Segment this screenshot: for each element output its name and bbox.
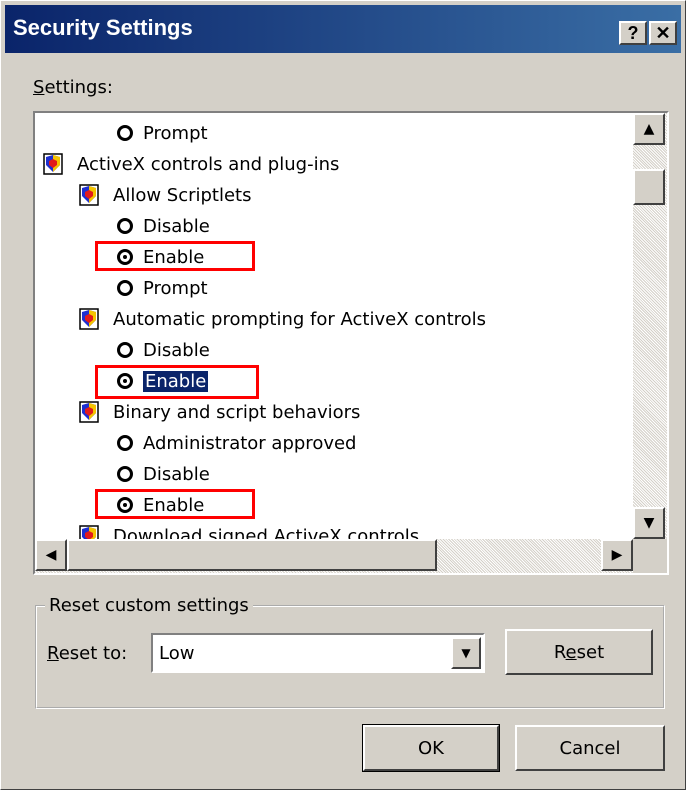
- tree-item-label: Prompt: [143, 277, 208, 299]
- settings-label: Settings:: [33, 77, 113, 98]
- reset-to-value: Low: [159, 643, 195, 664]
- radio-option[interactable]: Disable: [117, 212, 210, 240]
- vertical-scrollbar[interactable]: ▲ ▼: [633, 113, 667, 539]
- reset-to-accel: R: [47, 643, 59, 664]
- chevron-down-icon: ▼: [461, 646, 471, 660]
- cancel-button[interactable]: Cancel: [515, 725, 665, 771]
- reset-button[interactable]: Reset: [505, 629, 653, 675]
- radio-unchecked-icon[interactable]: [117, 125, 133, 141]
- tree-item-label: Download signed ActiveX controls: [113, 525, 420, 540]
- scroll-up-button[interactable]: ▲: [633, 113, 665, 145]
- radio-option[interactable]: Disable: [117, 460, 210, 488]
- scroll-right-button[interactable]: ▶: [601, 539, 633, 571]
- radio-unchecked-icon[interactable]: [117, 280, 133, 296]
- radio-option[interactable]: Prompt: [117, 274, 208, 302]
- window-title: Security Settings: [13, 15, 193, 40]
- settings-category-icon: [43, 153, 63, 175]
- radio-option[interactable]: Disable: [117, 336, 210, 364]
- vertical-scroll-thumb[interactable]: [633, 169, 665, 205]
- reset-to-rest: eset to:: [58, 643, 128, 664]
- horizontal-scroll-thumb[interactable]: [67, 539, 437, 571]
- tree-item-label: Disable: [143, 215, 210, 237]
- tree-item-label: Disable: [143, 463, 210, 485]
- settings-tree[interactable]: Prompt ActiveX controls and plug-ins Allow…: [33, 111, 669, 575]
- horizontal-scrollbar[interactable]: ◀ ▶: [35, 539, 633, 573]
- settings-label-accel: S: [33, 77, 45, 98]
- arrow-right-icon: ▶: [611, 547, 623, 563]
- tree-setting[interactable]: Automatic prompting for ActiveX controls: [79, 305, 486, 333]
- scroll-left-button[interactable]: ◀: [35, 539, 67, 571]
- tree-item-label: Disable: [143, 339, 210, 361]
- tree-item-label: Prompt: [143, 122, 208, 144]
- reset-to-combobox[interactable]: Low ▼: [151, 633, 485, 673]
- scroll-down-button[interactable]: ▼: [633, 507, 665, 539]
- radio-checked-icon[interactable]: [117, 249, 133, 265]
- combo-dropdown-button[interactable]: ▼: [451, 637, 481, 669]
- radio-option[interactable]: Enable: [117, 491, 204, 519]
- radio-unchecked-icon[interactable]: [117, 435, 133, 451]
- reset-button-label: Reset: [553, 641, 605, 663]
- radio-option[interactable]: Prompt: [117, 119, 208, 147]
- settings-label-rest: ettings:: [44, 77, 113, 98]
- radio-option[interactable]: Enable: [117, 243, 204, 271]
- reset-to-label: Reset to:: [47, 643, 127, 664]
- radio-unchecked-icon[interactable]: [117, 342, 133, 358]
- radio-option[interactable]: Administrator approved: [117, 429, 356, 457]
- tree-item-label: Automatic prompting for ActiveX controls: [113, 308, 487, 330]
- close-button[interactable]: ✕: [649, 21, 677, 45]
- radio-unchecked-icon[interactable]: [117, 466, 133, 482]
- tree-item-label: Enable: [141, 369, 210, 393]
- tree-category[interactable]: ActiveX controls and plug-ins: [43, 150, 339, 178]
- tree-setting[interactable]: Binary and script behaviors: [79, 398, 360, 426]
- tree-item-label: Enable: [143, 246, 205, 268]
- tree-setting[interactable]: Allow Scriptlets: [79, 181, 252, 209]
- arrow-up-icon: ▲: [643, 121, 655, 137]
- radio-unchecked-icon[interactable]: [117, 218, 133, 234]
- tree-item-label: Allow Scriptlets: [113, 184, 252, 206]
- help-button[interactable]: ?: [619, 21, 647, 45]
- arrow-left-icon: ◀: [45, 547, 57, 563]
- setting-icon: [79, 401, 99, 423]
- tree-item-label: ActiveX controls and plug-ins: [77, 153, 340, 175]
- scrollbar-corner: [633, 539, 667, 573]
- title-bar[interactable]: Security Settings ? ✕: [5, 5, 681, 53]
- security-settings-dialog: Security Settings ? ✕ Settings: Prompt Ac…: [0, 0, 686, 790]
- tree-item-label: Binary and script behaviors: [113, 401, 361, 423]
- setting-icon: [79, 525, 99, 539]
- tree-item-label: Enable: [143, 494, 205, 516]
- reset-group-legend: Reset custom settings: [45, 595, 253, 616]
- settings-tree-items: Prompt ActiveX controls and plug-ins Allow…: [35, 113, 633, 539]
- tree-setting[interactable]: Download signed ActiveX controls: [79, 522, 419, 539]
- setting-icon: [79, 184, 99, 206]
- ok-button[interactable]: OK: [362, 724, 500, 772]
- radio-checked-icon[interactable]: [117, 373, 133, 389]
- radio-checked-icon[interactable]: [117, 497, 133, 513]
- setting-icon: [79, 308, 99, 330]
- tree-item-label: Administrator approved: [143, 432, 357, 454]
- arrow-down-icon: ▼: [643, 515, 655, 531]
- radio-option[interactable]: Enable: [117, 367, 210, 395]
